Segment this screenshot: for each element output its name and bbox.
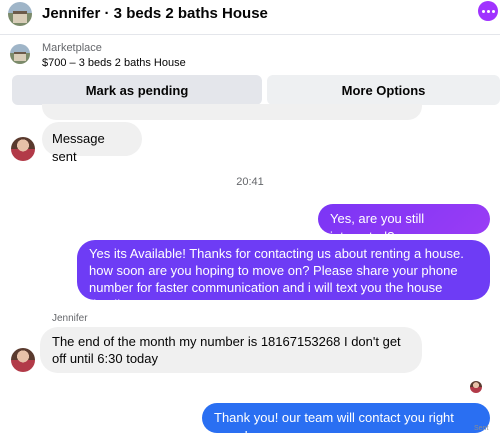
incoming-message[interactable]: Message sent [42,122,142,164]
more-icon[interactable] [478,1,498,21]
avatar[interactable] [11,348,35,372]
outgoing-message[interactable]: Yes, are you still interested? [318,204,490,244]
listing-thumbnail[interactable] [8,2,32,26]
avatar[interactable] [11,137,35,161]
mark-as-pending-button[interactable]: Mark as pending [12,75,262,105]
marketplace-listing-thumbnail[interactable] [10,44,30,64]
more-options-button[interactable]: More Options [267,75,500,105]
read-receipt-avatar [470,381,482,393]
conversation-header: Jennifer · 3 beds 2 baths House [0,0,500,30]
marketplace-listing-title[interactable]: $700 – 3 beds 2 baths House [42,57,186,69]
sent-status: Sent [474,425,489,432]
marketplace-label: Marketplace [42,42,102,54]
message-timestamp: 20:41 [236,176,264,188]
outgoing-message[interactable]: Thank you! our team will contact you rig… [202,403,490,438]
outgoing-message[interactable]: Yes its Available! Thanks for contacting… [77,240,490,312]
previous-message-bubble [42,104,422,120]
incoming-message[interactable]: The end of the month my number is 181671… [40,327,422,373]
header-divider [0,34,500,35]
conversation-title[interactable]: Jennifer · 3 beds 2 baths House [42,5,268,22]
sender-name: Jennifer [52,313,88,324]
